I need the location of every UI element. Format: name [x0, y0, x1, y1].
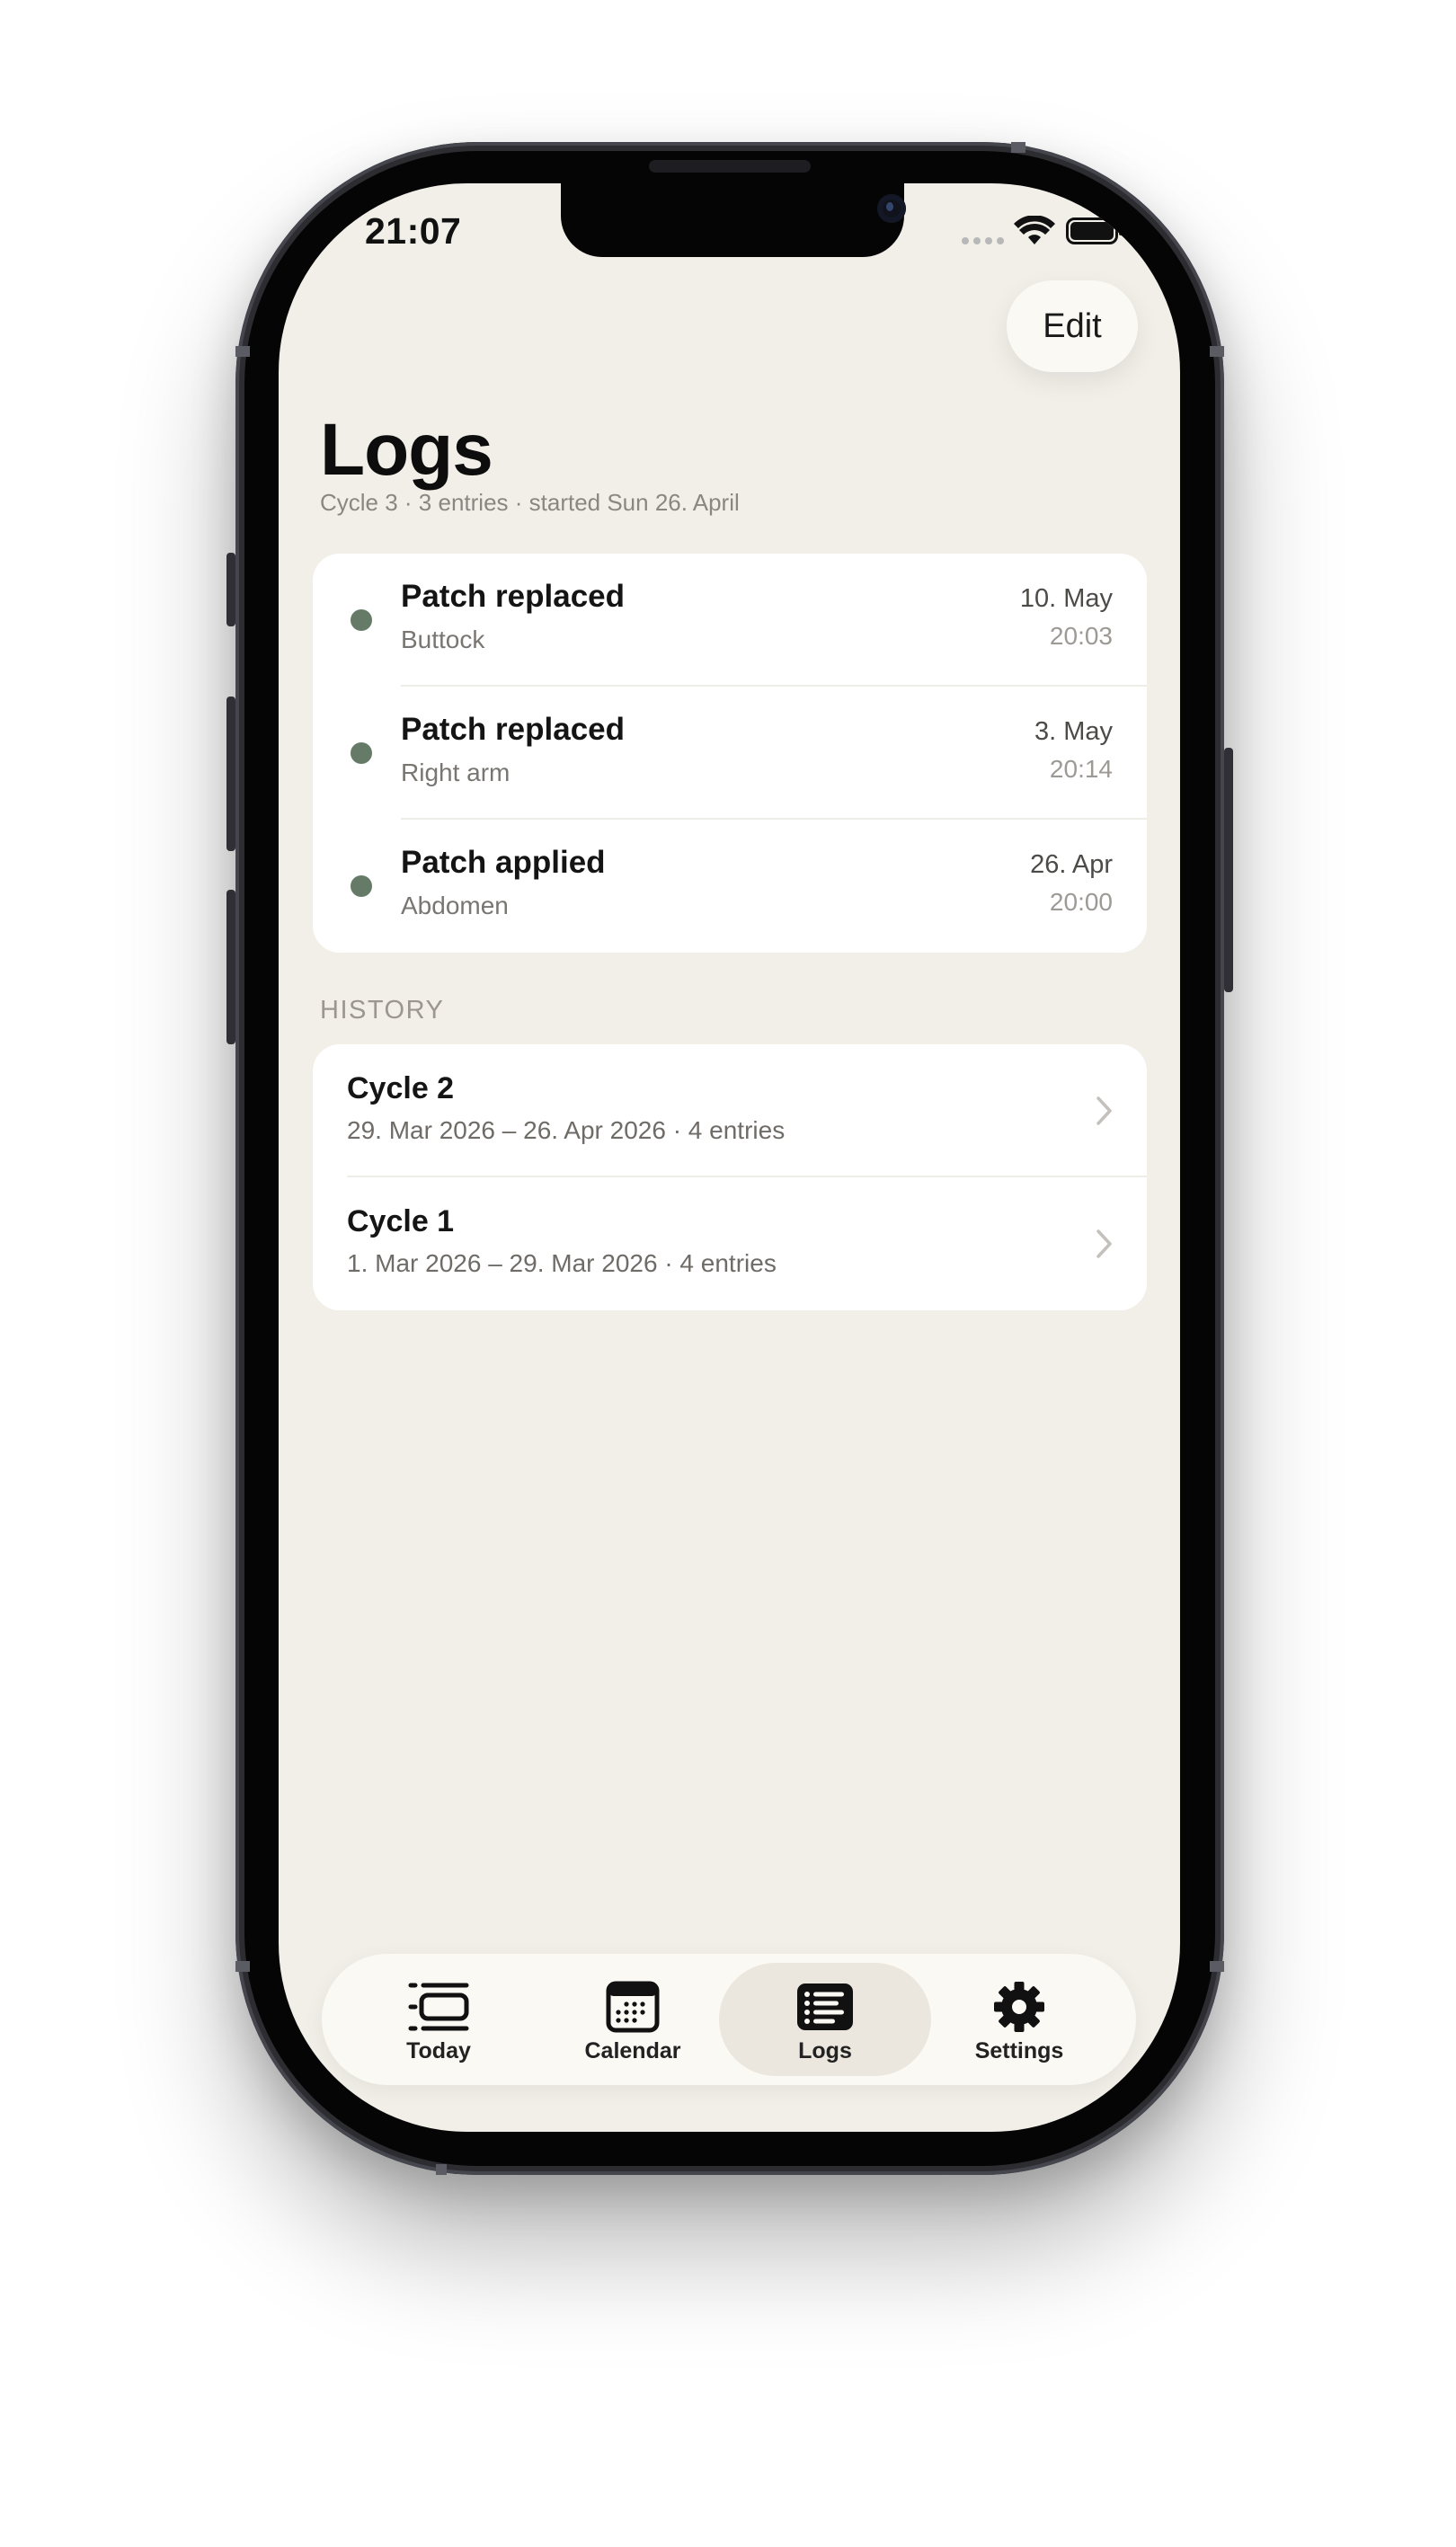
volume-up-button [226, 697, 235, 851]
status-dot [351, 742, 372, 764]
entry-date: 3. May [1034, 717, 1113, 746]
tab-settings[interactable]: Settings [913, 1963, 1125, 2076]
gear-icon [994, 1982, 1044, 2032]
earpiece-speaker [649, 160, 811, 173]
entry-date: 10. May [1019, 584, 1113, 613]
entry-date: 26. Apr [1030, 850, 1113, 879]
status-dot [351, 609, 372, 631]
cycle-range: 29. Mar 2026 – 26. Apr 2026 · 4 entries [347, 1116, 786, 1144]
battery-icon [1066, 217, 1123, 244]
entry-title: Patch replaced [401, 712, 625, 747]
entry-time: 20:14 [1049, 755, 1113, 783]
log-entry[interactable]: Patch replaced Buttock 10. May 20:03 [313, 554, 1147, 687]
tab-label: Logs [798, 2038, 852, 2063]
chevron-right-icon [1096, 1096, 1112, 1125]
antenna-band [1210, 346, 1224, 357]
entry-time: 20:00 [1049, 888, 1113, 916]
cycle-summary: Cycle 3 · 3 entries · started Sun 26. Ap… [320, 489, 740, 516]
power-button [1224, 748, 1233, 992]
history-list: Cycle 2 29. Mar 2026 – 26. Apr 2026 · 4 … [313, 1044, 1147, 1310]
logs-icon [797, 1983, 853, 2030]
today-icon [408, 1983, 469, 2031]
tab-calendar[interactable]: Calendar [527, 1963, 739, 2076]
cellular-signal-icon [962, 237, 1004, 244]
entry-location: Buttock [401, 626, 485, 653]
volume-down-button [226, 890, 235, 1044]
history-cycle-row[interactable]: Cycle 2 29. Mar 2026 – 26. Apr 2026 · 4 … [313, 1044, 1147, 1177]
cycle-range: 1. Mar 2026 – 29. Mar 2026 · 4 entries [347, 1249, 777, 1277]
antenna-band [1011, 142, 1025, 153]
history-cycle-row[interactable]: Cycle 1 1. Mar 2026 – 29. Mar 2026 · 4 e… [313, 1177, 1147, 1310]
entry-location: Right arm [401, 759, 510, 786]
log-entry[interactable]: Patch applied Abdomen 26. Apr 20:00 [313, 820, 1147, 953]
entry-title: Patch replaced [401, 579, 625, 614]
chevron-right-icon [1096, 1229, 1112, 1258]
page-title: Logs [320, 409, 493, 491]
entry-title: Patch applied [401, 845, 606, 880]
tab-label: Calendar [584, 2038, 681, 2063]
status-time: 21:07 [365, 210, 462, 252]
calendar-icon [606, 1981, 660, 2033]
front-camera-icon [877, 194, 906, 223]
entry-location: Abdomen [401, 892, 509, 919]
entry-time: 20:03 [1049, 622, 1113, 650]
history-section-label: HISTORY [320, 996, 445, 1025]
antenna-band [235, 346, 250, 357]
tab-today[interactable]: Today [333, 1963, 545, 2076]
tab-label: Settings [974, 2038, 1064, 2063]
antenna-band [436, 2164, 447, 2175]
antenna-band [1210, 1961, 1224, 1972]
cycle-title: Cycle 2 [347, 1071, 455, 1105]
notch [561, 183, 906, 257]
tab-logs[interactable]: Logs [719, 1963, 931, 2076]
status-dot [351, 875, 372, 897]
app-screen: 21:07 Edit Logs Cycle 3 · 3 entries · st… [279, 183, 1180, 2132]
current-cycle-entries: Patch replaced Buttock 10. May 20:03 Pat… [313, 554, 1147, 953]
antenna-band [235, 1961, 250, 1972]
log-entry[interactable]: Patch replaced Right arm 3. May 20:14 [313, 687, 1147, 820]
edit-button[interactable]: Edit [1007, 280, 1138, 372]
tab-bar: Today Calendar Logs Settings [322, 1954, 1136, 2085]
cycle-title: Cycle 1 [347, 1204, 455, 1238]
wifi-icon [1014, 216, 1055, 244]
tab-label: Today [406, 2038, 471, 2063]
silent-switch [226, 553, 235, 626]
